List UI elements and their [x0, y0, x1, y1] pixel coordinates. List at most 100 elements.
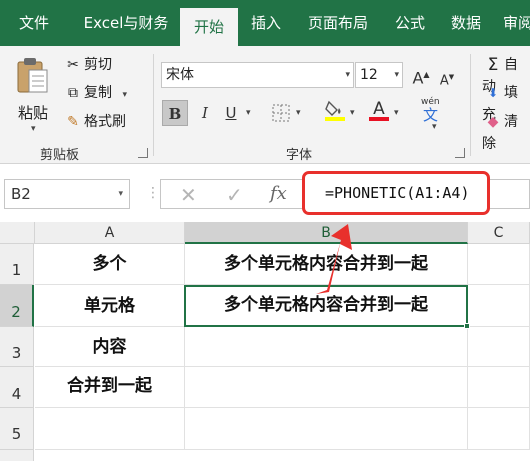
- tab-insert[interactable]: 插入: [242, 0, 290, 46]
- clipboard-launcher-icon[interactable]: [138, 148, 148, 158]
- font-name-select[interactable]: 宋体 ▾: [161, 62, 354, 88]
- chevron-down-icon: ▾: [118, 189, 123, 199]
- font-launcher-icon[interactable]: [455, 148, 465, 158]
- phonetic-dropdown-icon[interactable]: ▾: [432, 122, 437, 132]
- column-header-b[interactable]: B: [185, 222, 468, 244]
- borders-button[interactable]: [268, 100, 294, 126]
- format-painter-label: 格式刷: [84, 114, 126, 130]
- italic-button[interactable]: I: [192, 100, 218, 126]
- autosum-button[interactable]: Σ 自动: [482, 54, 530, 95]
- ribbon-tab-bar: 文件 Excel与财务 开始 插入 页面布局 公式 数据 审阅: [0, 0, 530, 46]
- tab-data[interactable]: 数据: [442, 0, 490, 46]
- fill-down-icon: ⬇: [487, 86, 499, 100]
- format-painter-button[interactable]: ✎ 格式刷: [62, 111, 126, 133]
- borders-icon: [272, 104, 290, 122]
- cell-c3[interactable]: [468, 327, 530, 367]
- row-header-3[interactable]: 3: [0, 327, 34, 367]
- paste-button[interactable]: 粘贴 ▾: [10, 52, 58, 136]
- column-header-c[interactable]: C: [468, 222, 530, 244]
- paste-icon: [17, 58, 48, 93]
- clipboard-group-label: 剪贴板: [40, 148, 80, 163]
- fill-color-button[interactable]: [322, 98, 348, 124]
- tab-review[interactable]: 审阅: [498, 0, 530, 46]
- paint-bucket-icon: [325, 100, 345, 121]
- chevron-down-icon: ▾: [394, 70, 399, 80]
- font-group-label: 字体: [286, 148, 313, 163]
- confirm-entry-icon[interactable]: ✓: [226, 183, 243, 207]
- eraser-icon: ◆: [487, 114, 499, 130]
- fill-handle[interactable]: [464, 323, 470, 329]
- underline-button[interactable]: U: [218, 100, 244, 126]
- cancel-entry-icon[interactable]: ✕: [180, 183, 197, 207]
- phonetic-guide-button[interactable]: wén 文: [416, 96, 446, 126]
- underline-dropdown-icon[interactable]: ▾: [246, 108, 251, 118]
- active-cell-border: [184, 285, 468, 327]
- chevron-down-icon: ▾: [345, 70, 350, 80]
- row-header-4[interactable]: 4: [0, 367, 34, 408]
- font-color-icon: A: [373, 99, 385, 119]
- fill-button[interactable]: ⬇ 填充: [482, 82, 530, 123]
- font-name-value: 宋体: [166, 67, 194, 83]
- formula-text: =PHONETIC(A1:A4): [325, 184, 470, 202]
- cell-a2[interactable]: 单元格: [35, 285, 185, 327]
- row-header-2[interactable]: 2: [0, 285, 34, 327]
- cut-label: 剪切: [84, 57, 112, 73]
- cell-b5[interactable]: [185, 408, 468, 450]
- sigma-icon: Σ: [487, 55, 499, 75]
- select-all-corner[interactable]: [0, 222, 35, 244]
- font-size-value: 12: [360, 67, 378, 83]
- copy-label: 复制: [84, 85, 112, 101]
- scissors-icon: ✂: [67, 57, 79, 73]
- copy-dropdown-icon: ▾: [122, 90, 127, 100]
- cell-c1[interactable]: [468, 244, 530, 285]
- row-header-1[interactable]: 1: [0, 244, 34, 285]
- shrink-font-button[interactable]: A▼: [434, 64, 460, 90]
- formula-input[interactable]: =PHONETIC(A1:A4): [302, 171, 490, 215]
- grow-font-icon: A: [412, 68, 424, 88]
- cell-c2[interactable]: [468, 285, 530, 327]
- bold-icon: B: [168, 105, 182, 123]
- cell-a4[interactable]: 合并到一起: [35, 367, 185, 408]
- font-color-dropdown-icon[interactable]: ▾: [394, 108, 399, 118]
- bold-button[interactable]: B: [162, 100, 188, 126]
- cell-b3[interactable]: [185, 327, 468, 367]
- font-size-select[interactable]: 12 ▾: [355, 62, 403, 88]
- copy-button[interactable]: ⧉ 复制 ▾: [62, 82, 127, 104]
- cell-a3[interactable]: 内容: [35, 327, 185, 367]
- formula-bar-grip-icon: ⋮: [146, 185, 160, 201]
- paste-dropdown-icon: ▾: [31, 124, 36, 134]
- font-color-button[interactable]: A: [366, 98, 392, 124]
- paste-label: 粘贴: [18, 104, 49, 122]
- copy-icon: ⧉: [68, 85, 78, 101]
- group-divider: [153, 54, 154, 156]
- name-box[interactable]: B2 ▾: [4, 179, 130, 209]
- paintbrush-icon: ✎: [67, 114, 79, 130]
- group-divider: [470, 54, 471, 156]
- worksheet-grid: A B C 1 多个 多个单元格内容合并到一起 2 单元格 多个单元格内容合并到…: [0, 222, 530, 461]
- ribbon-home: 粘贴 ▾ ✂ 剪切 ⧉ 复制 ▾ ✎ 格式刷 剪贴板 宋体 ▾ 12 ▾ A▲ A▼ …: [0, 46, 530, 164]
- cell-a1[interactable]: 多个: [35, 244, 185, 285]
- cell-c4[interactable]: [468, 367, 530, 408]
- column-header-a[interactable]: A: [35, 222, 185, 244]
- cell-b1[interactable]: 多个单元格内容合并到一起: [185, 244, 468, 285]
- borders-dropdown-icon[interactable]: ▾: [296, 108, 301, 118]
- cell-a5[interactable]: [35, 408, 185, 450]
- clear-button[interactable]: ◆ 清除: [482, 111, 530, 152]
- cell-b4[interactable]: [185, 367, 468, 408]
- tab-page-layout[interactable]: 页面布局: [298, 0, 378, 46]
- underline-icon: U: [225, 104, 237, 122]
- cut-button[interactable]: ✂ 剪切: [62, 54, 112, 76]
- tab-home[interactable]: 开始: [180, 8, 238, 46]
- row-header-6[interactable]: [0, 450, 34, 461]
- row-header-5[interactable]: 5: [0, 408, 34, 450]
- tab-file[interactable]: 文件: [8, 0, 60, 46]
- fill-color-dropdown-icon[interactable]: ▾: [350, 108, 355, 118]
- italic-icon: I: [202, 104, 208, 122]
- shrink-font-icon: A: [439, 73, 449, 89]
- tab-formulas[interactable]: 公式: [386, 0, 434, 46]
- name-box-value: B2: [11, 185, 31, 203]
- tab-excel-finance[interactable]: Excel与财务: [76, 0, 176, 46]
- grow-font-button[interactable]: A▲: [408, 62, 434, 88]
- cell-c5[interactable]: [468, 408, 530, 450]
- insert-function-icon[interactable]: fx: [270, 183, 287, 204]
